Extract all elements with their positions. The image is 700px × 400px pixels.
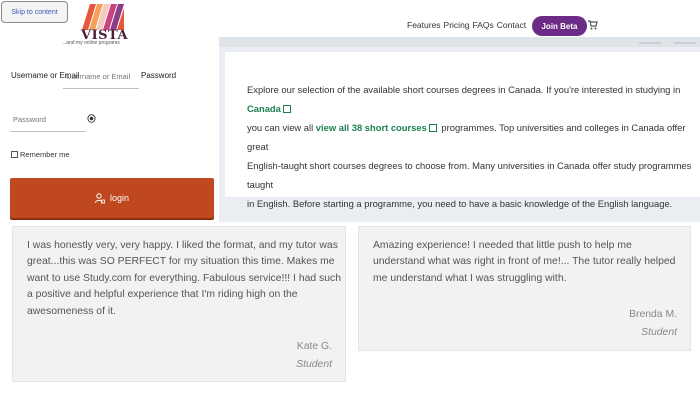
info-line-4: in English. Before starting a programme,…	[247, 198, 673, 209]
info-text: Explore our selection of the available s…	[247, 80, 695, 213]
testimonial-card: I was honestly very, very happy. I liked…	[12, 226, 346, 382]
nav-faqs[interactable]: FAQs	[473, 20, 494, 30]
remember-me-label: Remember me	[20, 150, 70, 159]
info-line-3: English-taught short courses degrees to …	[247, 160, 692, 190]
info-line-1: Explore our selection of the available s…	[247, 84, 681, 95]
password-input[interactable]	[10, 108, 86, 132]
testimonial-author: Kate G.	[296, 341, 332, 352]
shopping-cart-icon[interactable]	[588, 20, 598, 30]
vista-logo[interactable]: VISTA	[80, 4, 128, 43]
testimonial-role: Student	[296, 359, 332, 370]
testimonial-card: Amazing experience! I needed that little…	[358, 226, 691, 351]
skip-to-content-link[interactable]: Skip to content	[1, 1, 68, 23]
join-beta-button[interactable]: Join Beta	[532, 16, 587, 36]
page: Skip to content VISTA ...and my online p…	[0, 0, 700, 400]
remember-me-checkbox[interactable]	[11, 151, 18, 158]
user-lock-icon	[94, 192, 105, 203]
eye-icon[interactable]	[87, 114, 96, 123]
username-input[interactable]	[63, 65, 139, 89]
external-link-icon	[282, 105, 291, 113]
testimonial-role: Student	[641, 327, 677, 338]
canada-link[interactable]: Canada	[247, 103, 281, 114]
login-button-label: login	[109, 193, 129, 203]
logo-stripes-graphic	[82, 4, 124, 30]
main-nav: Features Pricing FAQs Contact	[407, 20, 526, 30]
logo-tagline: ...and my online programs	[62, 40, 120, 46]
nav-features[interactable]: Features	[407, 20, 441, 30]
testimonial-quote: I was honestly very, very happy. I liked…	[27, 240, 341, 317]
testimonial-author: Brenda M.	[629, 309, 677, 320]
info-line-2-prefix: you can view all	[247, 122, 314, 133]
remember-me: Remember me	[11, 150, 70, 159]
login-button[interactable]: login	[10, 178, 214, 218]
external-link-icon	[428, 124, 437, 132]
testimonial-quote: Amazing experience! I needed that little…	[373, 240, 676, 284]
nav-pricing[interactable]: Pricing	[444, 20, 470, 30]
view-all-courses-link[interactable]: view all 38 short courses	[316, 122, 427, 133]
password-label: Password	[141, 71, 177, 80]
nav-contact[interactable]: Contact	[497, 20, 526, 30]
info-line-2-suffix: programmes. Top universities and college…	[247, 122, 686, 152]
info-panel-top-edge	[219, 37, 700, 47]
